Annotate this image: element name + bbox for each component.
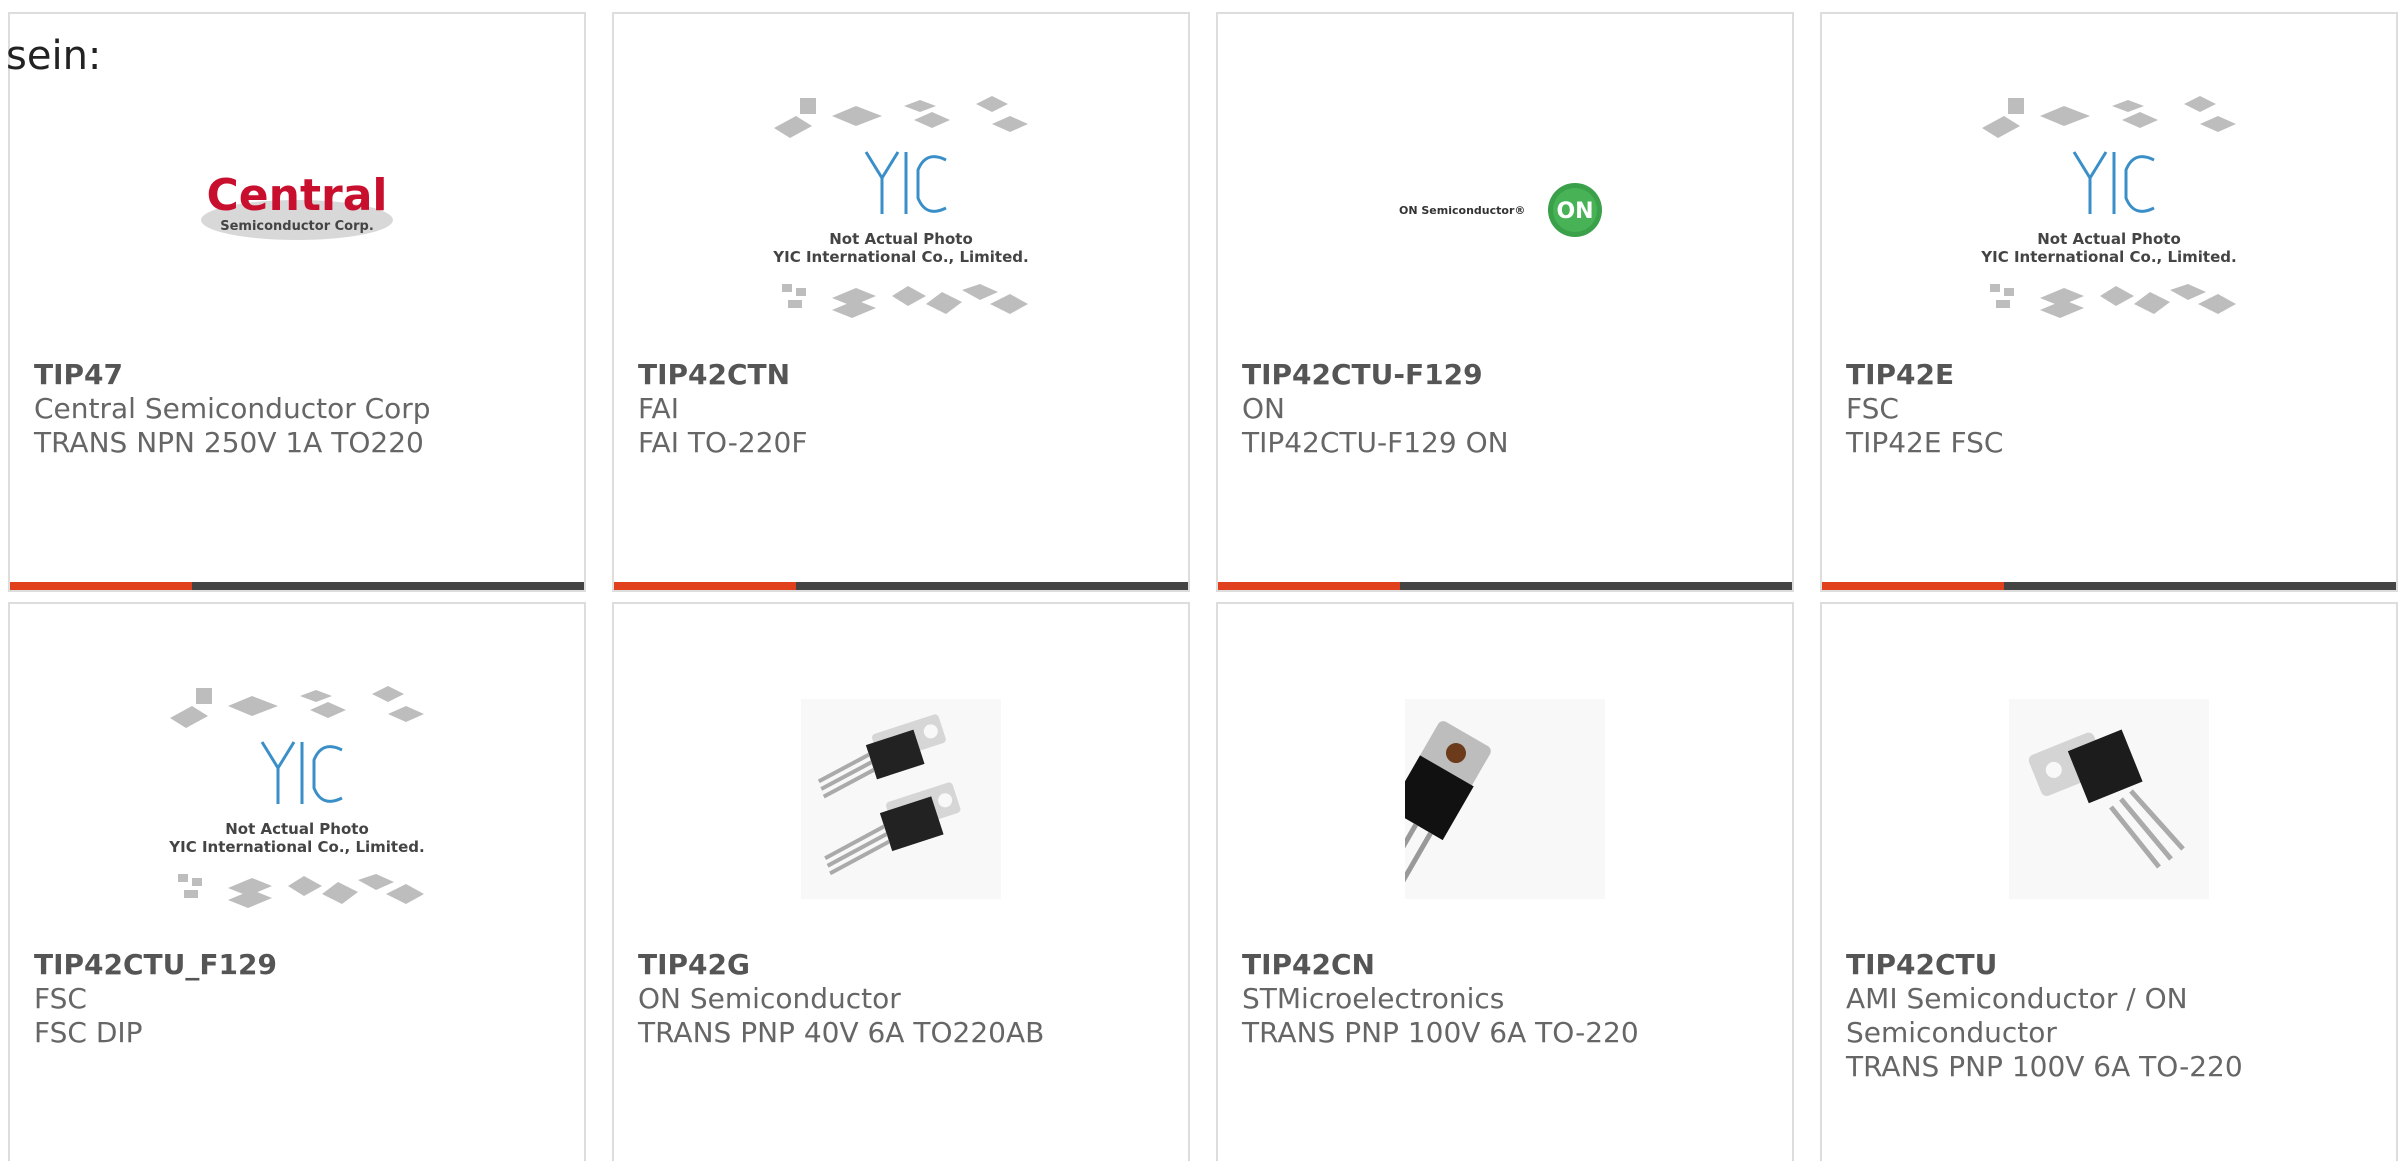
product-image[interactable]: Not Actual Photo YIC International Co., … — [614, 94, 1188, 324]
svg-text:Semiconductor Corp.: Semiconductor Corp. — [220, 219, 374, 234]
part-number[interactable]: TIP42CN — [1242, 948, 1375, 981]
central-logo-icon: Central Semiconductor Corp. — [201, 170, 393, 240]
manufacturer: FSC — [1846, 392, 1899, 425]
card-bar-accent — [614, 582, 796, 590]
part-number[interactable]: TIP47 — [34, 358, 123, 391]
svg-text:Not Actual Photo: Not Actual Photo — [225, 820, 369, 838]
svg-text:ON Semiconductor®: ON Semiconductor® — [1399, 204, 1525, 217]
product-image[interactable]: Not Actual Photo YIC International Co., … — [10, 684, 584, 914]
card-bar-accent — [10, 582, 192, 590]
product-card[interactable]: Not Actual Photo YIC International Co., … — [1820, 12, 2398, 592]
on-semi-logo-icon: ON Semiconductor® ON — [1399, 183, 1602, 237]
part-number[interactable]: TIP42G — [638, 948, 750, 981]
to220-single-angled-icon — [1405, 699, 1605, 899]
card-bar-accent — [1218, 582, 1400, 590]
svg-text:YIC International Co., Limited: YIC International Co., Limited. — [1980, 248, 2236, 266]
to220-single-icon — [2009, 699, 2209, 899]
intro-text: sein: — [6, 33, 102, 79]
product-card[interactable]: ON Semiconductor® ON TIP42CTU-F129 ON TI… — [1216, 12, 1794, 592]
part-number[interactable]: TIP42CTU_F129 — [34, 948, 277, 981]
product-image[interactable] — [1822, 684, 2396, 914]
manufacturer: ON — [1242, 392, 1285, 425]
svg-text:Not Actual Photo: Not Actual Photo — [829, 230, 973, 248]
description: TRANS PNP 100V 6A TO-220 — [1242, 1016, 1639, 1049]
card-bar — [10, 582, 584, 590]
description: FAI TO-220F — [638, 426, 808, 459]
svg-text:Not Actual Photo: Not Actual Photo — [2037, 230, 2181, 248]
manufacturer: FAI — [638, 392, 679, 425]
manufacturer: STMicroelectronics — [1242, 982, 1505, 1015]
svg-text:YIC International Co., Limited: YIC International Co., Limited. — [772, 248, 1028, 266]
product-image[interactable]: Not Actual Photo YIC International Co., … — [1822, 94, 2396, 324]
card-bar — [1218, 582, 1792, 590]
product-card[interactable]: TIP42CTU AMI Semiconductor / ON Semicond… — [1820, 602, 2398, 1161]
product-image[interactable]: ON Semiconductor® ON — [1218, 94, 1792, 324]
product-image[interactable] — [1218, 684, 1792, 914]
manufacturer: FSC — [34, 982, 87, 1015]
to220-pair-icon — [801, 699, 1001, 899]
description: TRANS NPN 250V 1A TO220 — [34, 426, 424, 459]
part-number[interactable]: TIP42CTU-F129 — [1242, 358, 1483, 391]
description: TIP42CTU-F129 ON — [1242, 426, 1509, 459]
product-card[interactable]: Not Actual Photo YIC International Co., … — [8, 602, 586, 1161]
description: TRANS PNP 100V 6A TO-220 — [1846, 1050, 2243, 1083]
product-grid-page: sein: Central Semiconductor Corp. TIP47 … — [0, 0, 2400, 1161]
manufacturer: AMI Semiconductor / ON Semiconductor — [1846, 982, 2188, 1049]
description: FSC DIP — [34, 1016, 143, 1049]
yic-placeholder-icon: Not Actual Photo YIC International Co., … — [772, 96, 1029, 318]
svg-text:ON: ON — [1556, 199, 1593, 224]
description: TIP42E FSC — [1846, 426, 2004, 459]
product-card[interactable]: TIP42CN STMicroelectronics TRANS PNP 100… — [1216, 602, 1794, 1161]
product-card[interactable]: TIP42G ON Semiconductor TRANS PNP 40V 6A… — [612, 602, 1190, 1161]
card-bar-accent — [1822, 582, 2004, 590]
svg-text:Central: Central — [207, 170, 388, 221]
svg-text:YIC International Co., Limited: YIC International Co., Limited. — [168, 838, 424, 856]
description: TRANS PNP 40V 6A TO220AB — [638, 1016, 1045, 1049]
product-image[interactable]: Central Semiconductor Corp. — [10, 94, 584, 324]
manufacturer: ON Semiconductor — [638, 982, 901, 1015]
product-card[interactable]: Central Semiconductor Corp. TIP47 Centra… — [8, 12, 586, 592]
yic-placeholder-icon: Not Actual Photo YIC International Co., … — [168, 686, 425, 908]
yic-placeholder-icon: Not Actual Photo YIC International Co., … — [1980, 96, 2237, 318]
card-bar — [614, 582, 1188, 590]
product-image[interactable] — [614, 684, 1188, 914]
part-number[interactable]: TIP42CTU — [1846, 948, 1997, 981]
part-number[interactable]: TIP42E — [1846, 358, 1954, 391]
part-number[interactable]: TIP42CTN — [638, 358, 790, 391]
card-bar — [1822, 582, 2396, 590]
manufacturer: Central Semiconductor Corp — [34, 392, 431, 425]
product-card[interactable]: Not Actual Photo YIC International Co., … — [612, 12, 1190, 592]
